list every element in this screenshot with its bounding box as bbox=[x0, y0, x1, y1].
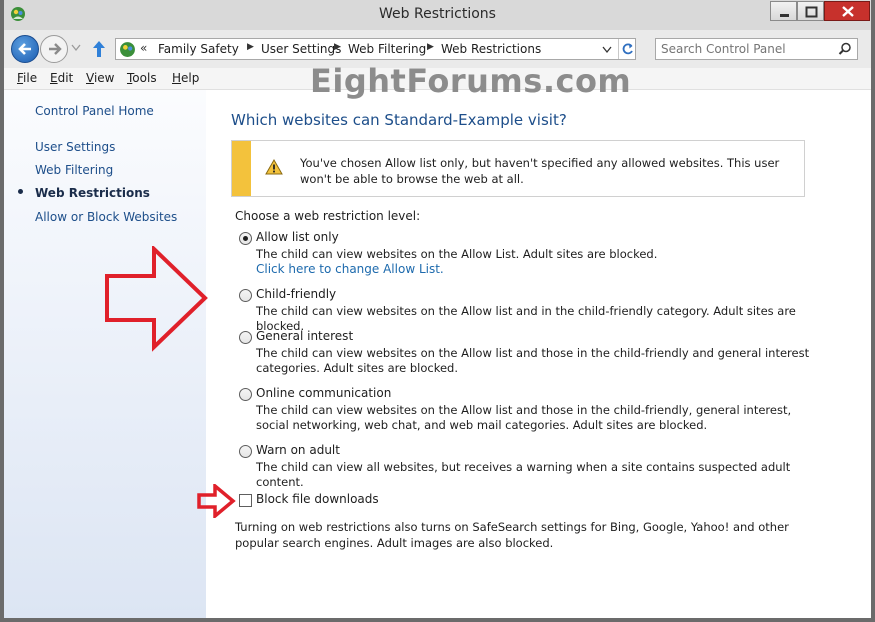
control-panel-icon bbox=[120, 42, 135, 57]
minimize-icon bbox=[780, 14, 789, 17]
option-warn-on-adult-label[interactable]: Warn on adult bbox=[256, 443, 340, 457]
radio-allow-list-only[interactable] bbox=[239, 232, 252, 245]
refresh-button[interactable] bbox=[618, 39, 636, 59]
block-downloads-checkbox[interactable] bbox=[239, 494, 252, 507]
option-online-communication-desc: The child can view websites on the Allow… bbox=[256, 403, 792, 432]
safesearch-note: Turning on web restrictions also turns o… bbox=[235, 520, 789, 550]
breadcrumb-user-settings[interactable]: User Settings bbox=[261, 42, 341, 56]
menu-help[interactable]: Help bbox=[172, 71, 199, 85]
menu-file[interactable]: File bbox=[17, 71, 37, 85]
change-allow-list-link[interactable]: Click here to change Allow List. bbox=[256, 262, 444, 276]
task-pane: Control Panel Home User Settings Web Fil… bbox=[4, 90, 206, 618]
maximize-icon bbox=[805, 6, 818, 18]
control-panel-home-link[interactable]: Control Panel Home bbox=[35, 104, 154, 118]
close-button[interactable] bbox=[824, 1, 870, 21]
menu-edit[interactable]: Edit bbox=[50, 71, 73, 85]
radio-online-communication[interactable] bbox=[239, 388, 252, 401]
close-icon bbox=[842, 6, 854, 17]
refresh-icon bbox=[622, 43, 633, 55]
option-allow-list-only-label[interactable]: Allow list only bbox=[256, 230, 339, 244]
watermark: EightForums.com bbox=[310, 62, 632, 100]
sidebar-item-user-settings[interactable]: User Settings bbox=[35, 140, 115, 154]
option-online-communication-label[interactable]: Online communication bbox=[256, 386, 391, 400]
warning-icon bbox=[265, 159, 283, 175]
sidebar-item-allow-or-block-websites[interactable]: Allow or Block Websites bbox=[35, 210, 177, 224]
radio-child-friendly[interactable] bbox=[239, 289, 252, 302]
sidebar-item-web-filtering[interactable]: Web Filtering bbox=[35, 163, 113, 177]
forward-button[interactable] bbox=[40, 35, 68, 63]
main-content: Which websites can Standard-Example visi… bbox=[206, 90, 871, 618]
breadcrumb-separator-icon[interactable]: ▶ bbox=[334, 42, 341, 52]
breadcrumb-family-safety[interactable]: Family Safety bbox=[158, 42, 239, 56]
title-bar[interactable]: Web Restrictions bbox=[4, 0, 871, 30]
address-dropdown-icon[interactable] bbox=[602, 46, 612, 54]
forward-arrow-icon bbox=[49, 43, 62, 55]
page-title: Which websites can Standard-Example visi… bbox=[231, 111, 567, 129]
search-box[interactable] bbox=[655, 38, 858, 60]
up-arrow-icon[interactable] bbox=[91, 39, 107, 59]
breadcrumb-overflow[interactable]: « bbox=[140, 41, 147, 55]
option-warn-on-adult-desc: The child can view all websites, but rec… bbox=[256, 460, 791, 489]
block-downloads-label[interactable]: Block file downloads bbox=[256, 492, 379, 506]
radio-warn-on-adult[interactable] bbox=[239, 445, 252, 458]
window-frame: Web Restrictions « Family Safety ▶ User … bbox=[0, 0, 875, 622]
address-bar[interactable]: « Family Safety ▶ User Settings ▶ Web Fi… bbox=[115, 38, 636, 60]
window-title: Web Restrictions bbox=[379, 6, 496, 22]
minimize-button[interactable] bbox=[770, 1, 797, 21]
warning-text: You've chosen Allow list only, but haven… bbox=[300, 156, 780, 186]
breadcrumb-separator-icon[interactable]: ▶ bbox=[247, 42, 254, 52]
radio-general-interest[interactable] bbox=[239, 331, 252, 344]
menu-tools[interactable]: Tools bbox=[127, 71, 157, 85]
option-general-interest-desc: The child can view websites on the Allow… bbox=[256, 346, 810, 375]
option-allow-list-only-desc: The child can view websites on the Allow… bbox=[256, 247, 658, 261]
back-arrow-icon bbox=[18, 43, 31, 55]
option-child-friendly-label[interactable]: Child-friendly bbox=[256, 287, 336, 301]
annotation-arrow-icon bbox=[197, 484, 236, 518]
breadcrumb-separator-icon[interactable]: ▶ bbox=[427, 42, 434, 52]
recent-pages-dropdown-icon[interactable] bbox=[71, 44, 81, 52]
warning-banner: You've chosen Allow list only, but haven… bbox=[231, 140, 805, 197]
annotation-arrow-icon bbox=[105, 246, 208, 352]
menu-view[interactable]: View bbox=[86, 71, 114, 85]
back-button[interactable] bbox=[11, 35, 39, 63]
restriction-level-label: Choose a web restriction level: bbox=[235, 209, 421, 223]
breadcrumb-web-filtering[interactable]: Web Filtering bbox=[348, 42, 426, 56]
breadcrumb-web-restrictions[interactable]: Web Restrictions bbox=[441, 42, 541, 56]
active-bullet-icon bbox=[18, 189, 23, 194]
warning-accent-bar bbox=[232, 141, 251, 196]
search-icon[interactable] bbox=[838, 42, 852, 56]
maximize-button[interactable] bbox=[797, 1, 824, 21]
window-inner: Web Restrictions « Family Safety ▶ User … bbox=[4, 0, 871, 618]
search-input[interactable] bbox=[661, 41, 831, 57]
sidebar-item-web-restrictions[interactable]: Web Restrictions bbox=[35, 186, 150, 200]
option-general-interest-label[interactable]: General interest bbox=[256, 329, 353, 343]
